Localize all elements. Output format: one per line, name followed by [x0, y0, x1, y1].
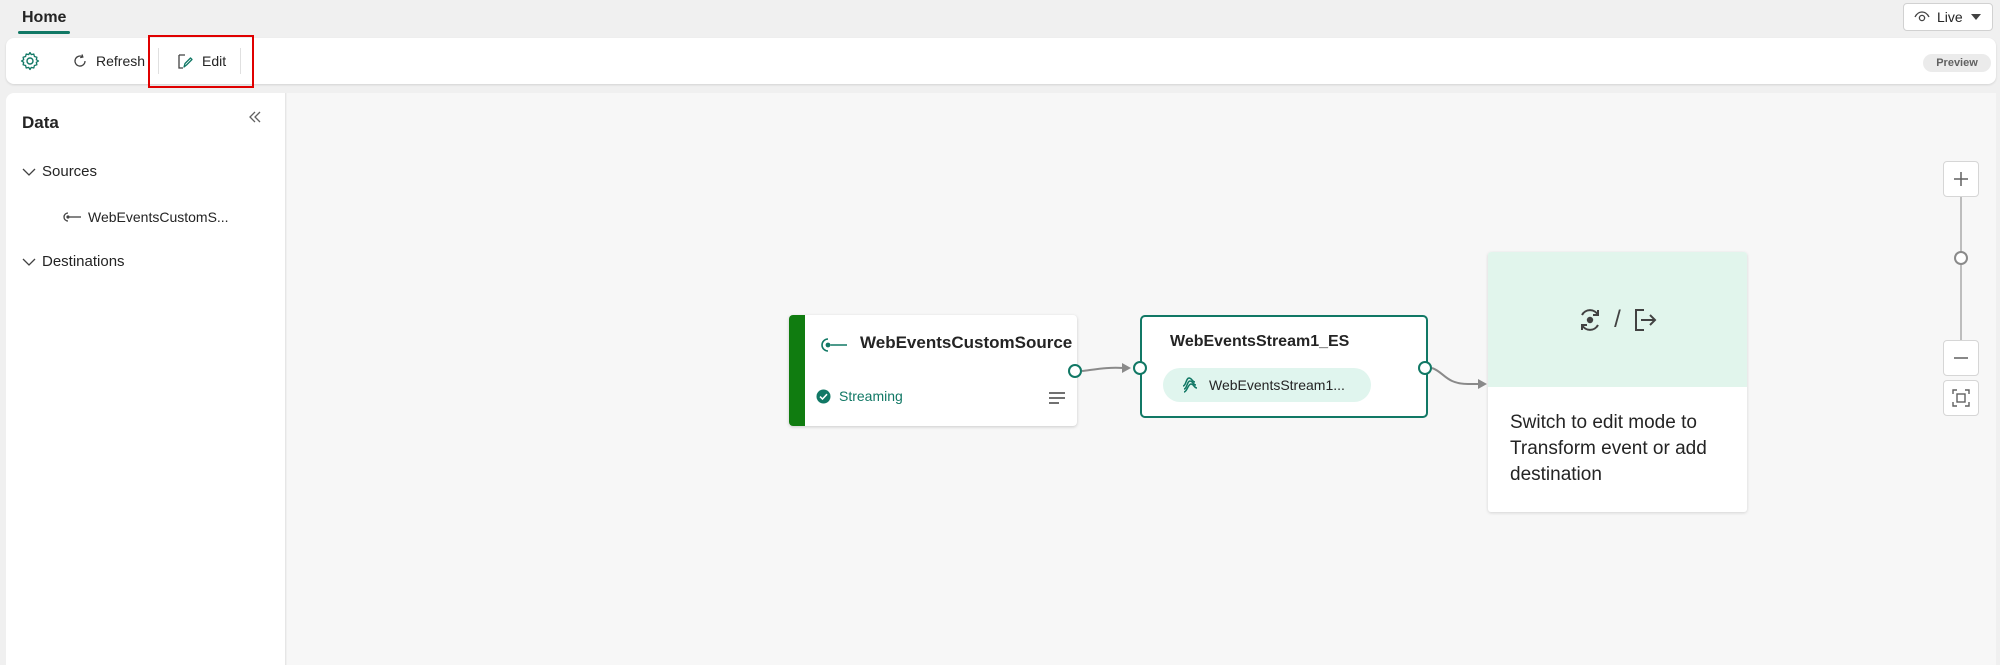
zoom-slider-track[interactable] — [1960, 197, 1962, 340]
zoom-out-button[interactable] — [1943, 340, 1979, 376]
source-output-port[interactable] — [1068, 364, 1082, 378]
destination-placeholder-card: / Switch to edit mode to Transform event… — [1488, 252, 1747, 512]
fit-to-screen-button[interactable] — [1943, 380, 1979, 416]
stream-output-port[interactable] — [1418, 361, 1432, 375]
details-menu-icon[interactable] — [1048, 391, 1066, 405]
source-accent-bar — [789, 315, 805, 426]
zoom-in-button[interactable] — [1943, 161, 1979, 197]
eventstream-icon — [1181, 376, 1199, 394]
minus-icon — [1953, 350, 1969, 366]
source-node-title: WebEventsCustomSource — [860, 333, 1073, 352]
transform-icon — [1576, 306, 1604, 334]
zoom-slider-thumb[interactable] — [1954, 251, 1968, 265]
source-status-label: Streaming — [839, 388, 903, 404]
stream-chip[interactable]: WebEventsStream1... — [1163, 368, 1371, 402]
source-status: Streaming — [816, 388, 903, 404]
stream-chip-label: WebEventsStream1... — [1209, 377, 1345, 393]
destination-placeholder-header: / — [1488, 252, 1747, 387]
stream-node-title: WebEventsStream1_ES — [1170, 333, 1350, 350]
stream-input-port[interactable] — [1133, 361, 1147, 375]
custom-source-icon — [819, 335, 849, 355]
source-node[interactable]: WebEventsCustomSource Streaming — [789, 315, 1077, 426]
check-circle-icon — [816, 389, 831, 404]
destination-placeholder-message: Switch to edit mode to Transform event o… — [1510, 412, 1707, 485]
stream-node[interactable]: WebEventsStream1_ES WebEventsStream1... — [1140, 315, 1428, 418]
destination-separator: / — [1614, 305, 1621, 333]
destination-exit-icon — [1631, 306, 1659, 334]
fit-screen-icon — [1952, 389, 1970, 407]
plus-icon — [1953, 171, 1969, 187]
